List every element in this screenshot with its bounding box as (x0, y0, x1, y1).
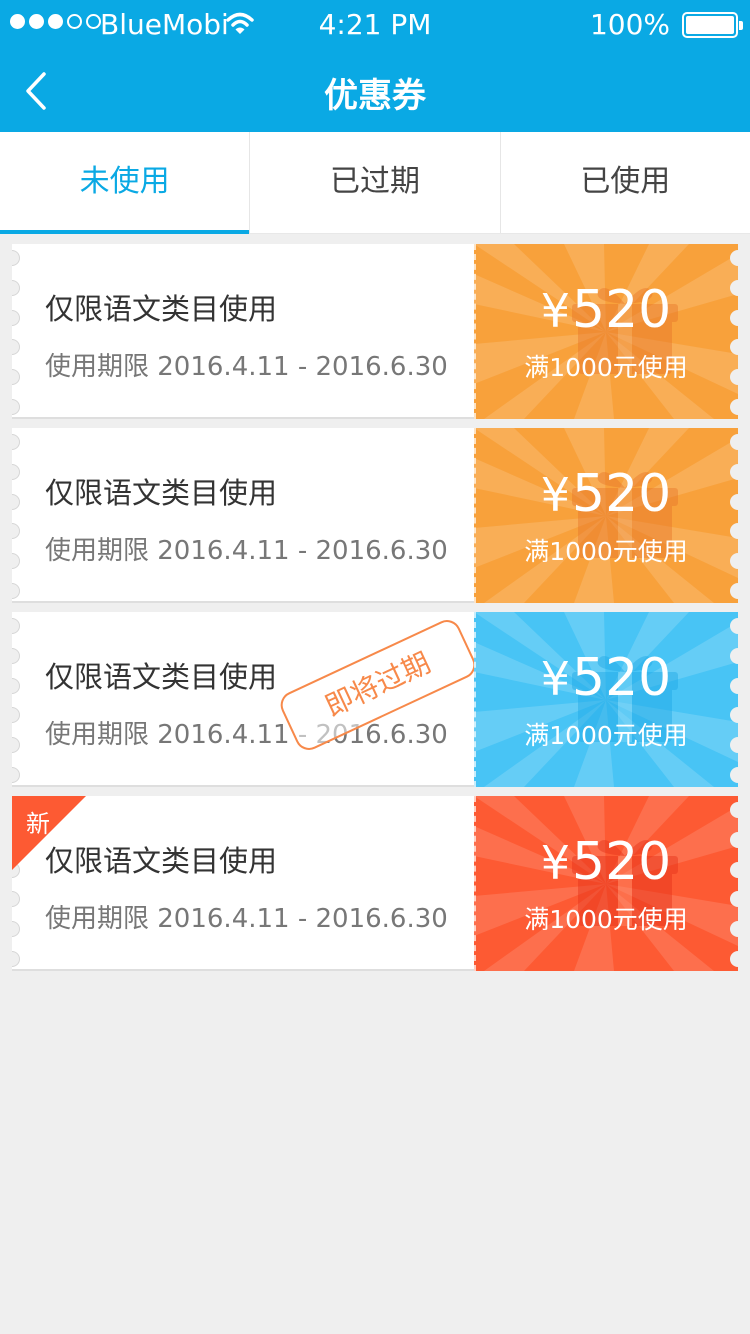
battery-icon (682, 12, 743, 38)
tab-used[interactable]: 已使用 (501, 132, 750, 233)
coupon-info: 仅限语文类目使用 使用期限 2016.4.11 - 2016.6.30 (12, 428, 474, 603)
amount-value: 520 (572, 832, 672, 892)
coupon-validity: 使用期限 2016.4.11 - 2016.6.30 (45, 720, 448, 750)
coupon-amount: ¥520 (474, 832, 738, 892)
coupon-condition: 满1000元使用 (524, 905, 688, 934)
coupon-validity: 使用期限 2016.4.11 - 2016.6.30 (45, 904, 448, 934)
coupon-value-panel: ¥520 满1000元使用 (474, 796, 738, 971)
coupon-card[interactable]: 新 仅限语文类目使用 使用期限 2016.4.11 - 2016.6.30 ¥5… (12, 796, 738, 971)
coupon-value-panel: ¥520 满1000元使用 (474, 428, 738, 603)
coupon-card[interactable]: 仅限语文类目使用 使用期限 2016.4.11 - 2016.6.30 ¥520… (12, 244, 738, 419)
coupon-info: 仅限语文类目使用 使用期限 2016.4.11 - 2016.6.30 即将过期 (12, 612, 474, 787)
navigation-bar: 优惠券 (0, 50, 750, 132)
amount-value: 520 (572, 648, 672, 708)
coupon-info: 仅限语文类目使用 使用期限 2016.4.11 - 2016.6.30 (12, 244, 474, 419)
currency-symbol: ¥ (540, 836, 570, 890)
currency-symbol: ¥ (540, 652, 570, 706)
status-bar: BlueMobi 4:21 PM 100% (0, 0, 750, 50)
currency-symbol: ¥ (540, 468, 570, 522)
coupon-condition: 满1000元使用 (524, 353, 688, 382)
coupon-tabs: 未使用 已过期 已使用 (0, 132, 750, 234)
header: BlueMobi 4:21 PM 100% 优惠券 (0, 0, 750, 132)
coupon-condition: 满1000元使用 (524, 537, 688, 566)
page-title: 优惠券 (324, 76, 426, 116)
new-badge-label: 新 (26, 810, 50, 838)
currency-symbol: ¥ (540, 284, 570, 338)
tab-expired[interactable]: 已过期 (250, 132, 501, 233)
coupon-value-panel: ¥520 满1000元使用 (474, 244, 738, 419)
battery-percentage: 100% (589, 8, 670, 41)
coupon-validity: 使用期限 2016.4.11 - 2016.6.30 (45, 536, 448, 566)
coupon-list: 仅限语文类目使用 使用期限 2016.4.11 - 2016.6.30 ¥520… (12, 244, 738, 980)
tab-unused[interactable]: 未使用 (0, 132, 251, 234)
coupon-condition: 满1000元使用 (524, 721, 688, 750)
coupon-edge (12, 434, 20, 599)
coupon-edge (12, 250, 20, 415)
coupon-info: 新 仅限语文类目使用 使用期限 2016.4.11 - 2016.6.30 (12, 796, 474, 971)
coupon-amount: ¥520 (474, 280, 738, 340)
coupon-card[interactable]: 仅限语文类目使用 使用期限 2016.4.11 - 2016.6.30 即将过期 (12, 612, 738, 787)
coupon-value-panel: ¥520 满1000元使用 (474, 612, 738, 787)
coupon-card[interactable]: 仅限语文类目使用 使用期限 2016.4.11 - 2016.6.30 ¥520… (12, 428, 738, 603)
coupon-title: 仅限语文类目使用 (45, 476, 278, 510)
coupon-edge (12, 618, 20, 783)
amount-value: 520 (572, 464, 672, 524)
coupon-title: 仅限语文类目使用 (45, 844, 278, 878)
amount-value: 520 (572, 280, 672, 340)
coupon-title: 仅限语文类目使用 (45, 660, 278, 694)
coupon-amount: ¥520 (474, 464, 738, 524)
coupon-amount: ¥520 (474, 648, 738, 708)
coupon-title: 仅限语文类目使用 (45, 292, 278, 326)
coupon-validity: 使用期限 2016.4.11 - 2016.6.30 (45, 352, 448, 382)
